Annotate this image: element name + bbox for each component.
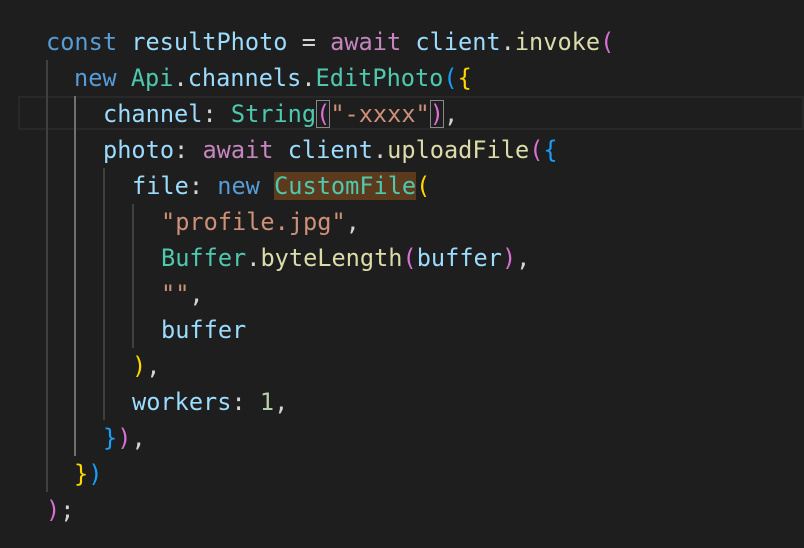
code-line-12[interactable]: }), bbox=[0, 420, 804, 456]
code-line-13[interactable]: }) bbox=[0, 456, 804, 492]
bracket: { bbox=[543, 136, 558, 164]
code-line-11[interactable]: workers: 1, bbox=[0, 384, 804, 420]
code-token: await bbox=[330, 28, 402, 56]
code-token: buffer bbox=[416, 244, 502, 272]
code-token: EditPhoto bbox=[315, 64, 444, 92]
bracket: } bbox=[103, 424, 118, 452]
code-line-14[interactable]: ); bbox=[0, 492, 804, 528]
code-line-9[interactable]: buffer bbox=[0, 312, 804, 348]
code-editor[interactable]: const resultPhoto = await client.invoke(… bbox=[0, 0, 804, 548]
code-token: byteLength bbox=[260, 244, 403, 272]
code-token: "-xxxx" bbox=[330, 100, 430, 128]
bracket: ( bbox=[416, 172, 431, 200]
bracket: ( bbox=[529, 136, 544, 164]
code-token: 1 bbox=[259, 388, 275, 416]
code-token: new bbox=[217, 172, 260, 200]
code-token: "" bbox=[161, 280, 190, 308]
bracket: ) bbox=[88, 460, 103, 488]
bracket: ( bbox=[443, 64, 458, 92]
code-line-2[interactable]: new Api.channels.EditPhoto({ bbox=[0, 60, 804, 96]
code-token: workers bbox=[132, 388, 232, 416]
bracket: ) bbox=[46, 496, 61, 524]
code-token: channel bbox=[103, 100, 203, 128]
bracket: ( bbox=[402, 244, 417, 272]
code-token: invoke bbox=[514, 28, 601, 56]
code-token: "profile.jpg" bbox=[161, 208, 346, 236]
bracket: } bbox=[74, 460, 89, 488]
code-line-5[interactable]: file: new CustomFile( bbox=[0, 168, 804, 204]
code-token: Buffer bbox=[161, 244, 247, 272]
bracket: { bbox=[457, 64, 472, 92]
code-token: photo bbox=[103, 136, 175, 164]
code-line-7[interactable]: Buffer.byteLength(buffer), bbox=[0, 240, 804, 276]
code-token: new bbox=[74, 64, 117, 92]
bracket-match: ) bbox=[429, 100, 444, 128]
code-token: Api bbox=[130, 64, 174, 92]
code-token: const bbox=[46, 28, 118, 56]
code-line-1[interactable]: const resultPhoto = await client.invoke( bbox=[0, 24, 804, 60]
code-token: String bbox=[230, 100, 317, 128]
bracket: ) bbox=[501, 244, 517, 272]
code-token: client bbox=[415, 28, 501, 56]
code-token: client bbox=[287, 136, 373, 164]
code-token: await bbox=[202, 136, 274, 164]
code-line-3[interactable]: channel: String("-xxxx"), bbox=[0, 96, 804, 132]
code-token: buffer bbox=[161, 316, 247, 344]
bracket: ( bbox=[600, 28, 615, 56]
code-token: channels bbox=[187, 64, 302, 92]
code-line-8[interactable]: "", bbox=[0, 276, 804, 312]
code-token: resultPhoto bbox=[131, 28, 288, 56]
word-highlight: CustomFile bbox=[274, 172, 417, 200]
code-line-4[interactable]: photo: await client.uploadFile({ bbox=[0, 132, 804, 168]
bracket: ) bbox=[117, 424, 132, 452]
code-line-6[interactable]: "profile.jpg", bbox=[0, 204, 804, 240]
code-token: uploadFile bbox=[387, 136, 530, 164]
bracket-match: ( bbox=[316, 100, 331, 128]
code-token: file bbox=[132, 172, 189, 200]
code-line-10[interactable]: ), bbox=[0, 348, 804, 384]
bracket: ) bbox=[132, 352, 147, 380]
